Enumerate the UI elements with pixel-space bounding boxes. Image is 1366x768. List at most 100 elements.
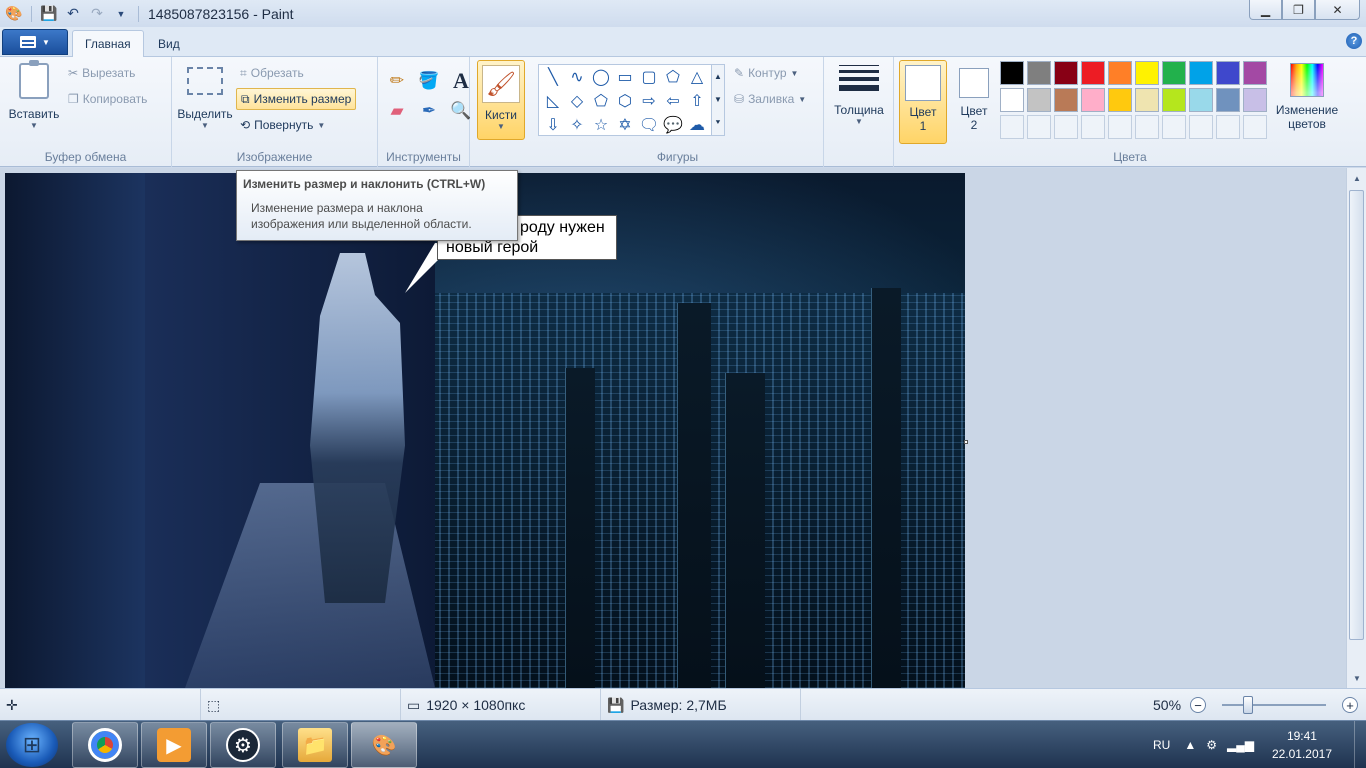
image-canvas[interactable]: роду нужен новый герой [5,173,965,688]
scroll-down-icon[interactable]: ▼ [1347,668,1366,688]
palette-color-swatch[interactable] [1216,88,1240,112]
fill-button[interactable]: ⛁ Заливка ▼ [730,88,810,110]
triangle-shape-icon[interactable]: △ [685,65,709,89]
select-button[interactable]: Выделить ▼ [176,67,234,130]
palette-color-swatch[interactable] [1135,61,1159,85]
palette-color-swatch[interactable] [1000,61,1024,85]
resize-handle-right[interactable] [964,440,968,444]
chevron-up-icon[interactable]: ▲ [714,72,722,81]
steam-tray-icon[interactable]: ⚙ [1206,738,1217,752]
thickness-button[interactable]: Толщина ▼ [829,65,889,126]
four-point-star-shape-icon[interactable]: ✧ [565,113,589,137]
resize-button[interactable]: ⧉ Изменить размер [236,88,357,110]
clock[interactable]: 19:41 22.01.2017 [1272,727,1332,763]
palette-color-swatch[interactable] [1000,88,1024,112]
taskbar-steam[interactable]: ⚙ [210,722,276,768]
palette-color-swatch[interactable] [1243,61,1267,85]
canvas-workspace[interactable]: роду нужен новый герой [0,168,1346,688]
maximize-button[interactable]: ❐ [1282,0,1315,20]
zoom-in-button[interactable]: + [1342,697,1358,713]
tab-home[interactable]: Главная [72,30,144,57]
palette-color-swatch[interactable] [1108,61,1132,85]
color1-button[interactable]: Цвет 1 [899,60,947,144]
five-point-star-shape-icon[interactable]: ☆ [589,113,613,137]
redo-icon[interactable]: ↷ [87,4,107,24]
palette-color-swatch[interactable] [1243,88,1267,112]
palette-color-swatch[interactable] [1054,88,1078,112]
up-arrow-shape-icon[interactable]: ⇧ [685,89,709,113]
text-icon[interactable]: A [448,68,474,93]
palette-color-swatch[interactable] [1135,88,1159,112]
help-icon[interactable]: ? [1346,33,1362,49]
line-shape-icon[interactable]: ╲ [541,65,565,89]
hexagon-shape-icon[interactable]: ⬡ [613,89,637,113]
zoom-slider-track[interactable] [1222,704,1326,706]
taskbar-media-player[interactable]: ▶ [141,722,207,768]
scroll-up-icon[interactable]: ▲ [1347,168,1366,188]
crop-button[interactable]: ⌗ Обрезать [236,62,308,84]
file-menu-button[interactable]: ▼ [2,29,68,55]
paste-button[interactable]: Вставить ▼ [6,60,62,130]
polygon-shape-icon[interactable]: ⬠ [661,65,685,89]
copy-button[interactable]: ❐ Копировать [64,88,151,110]
color2-button[interactable]: Цвет 2 [950,60,998,144]
fill-bucket-icon[interactable]: 🪣 [416,69,442,93]
edit-colors-button[interactable]: Изменение цветов [1272,63,1342,131]
shapes-gallery-scroll[interactable]: ▲ ▼ ⯆ [711,64,725,136]
palette-color-swatch[interactable] [1081,61,1105,85]
language-indicator[interactable]: RU [1153,738,1170,752]
palette-color-swatch[interactable] [1189,88,1213,112]
zoom-slider-thumb[interactable] [1243,696,1253,714]
undo-icon[interactable]: ↶ [63,4,83,24]
rounded-rectangle-shape-icon[interactable]: ▢ [637,65,661,89]
color-picker-icon[interactable]: ✒ [416,99,442,123]
oval-callout-shape-icon[interactable]: 💬 [661,113,685,137]
palette-color-swatch[interactable] [1162,88,1186,112]
palette-empty-slot[interactable] [1189,115,1213,139]
palette-empty-slot[interactable] [1000,115,1024,139]
cloud-callout-shape-icon[interactable]: ☁ [685,113,709,137]
palette-empty-slot[interactable] [1243,115,1267,139]
cut-button[interactable]: ✂ Вырезать [64,62,139,84]
network-signal-icon[interactable]: ▂▄▆ [1227,738,1254,752]
taskbar-chrome[interactable] [72,722,138,768]
down-arrow-shape-icon[interactable]: ⇩ [541,113,565,137]
customize-quick-access-icon[interactable]: ▼ [111,4,131,24]
palette-color-swatch[interactable] [1081,88,1105,112]
pencil-icon[interactable]: ✏ [384,69,410,93]
close-button[interactable]: ✕ [1315,0,1360,20]
diamond-shape-icon[interactable]: ◇ [565,89,589,113]
palette-color-swatch[interactable] [1027,88,1051,112]
outline-button[interactable]: ✎ Контур ▼ [730,62,802,84]
palette-empty-slot[interactable] [1162,115,1186,139]
palette-color-swatch[interactable] [1216,61,1240,85]
six-point-star-shape-icon[interactable]: ✡ [613,113,637,137]
right-triangle-shape-icon[interactable]: ◺ [541,89,565,113]
taskbar-explorer[interactable]: 📁 [282,722,348,768]
left-arrow-shape-icon[interactable]: ⇦ [661,89,685,113]
tray-expand-icon[interactable]: ▲ [1184,738,1196,752]
palette-color-swatch[interactable] [1054,61,1078,85]
rect-callout-shape-icon[interactable]: 🗨 [637,113,661,137]
rotate-button[interactable]: ⟲ Повернуть ▼ [236,114,329,136]
palette-empty-slot[interactable] [1216,115,1240,139]
palette-empty-slot[interactable] [1027,115,1051,139]
eraser-icon[interactable]: ▰ [384,99,410,123]
right-arrow-shape-icon[interactable]: ⇨ [637,89,661,113]
save-icon[interactable]: 💾 [39,4,59,24]
palette-color-swatch[interactable] [1027,61,1051,85]
pentagon-shape-icon[interactable]: ⬠ [589,89,613,113]
palette-color-swatch[interactable] [1189,61,1213,85]
palette-empty-slot[interactable] [1108,115,1132,139]
magnifier-icon[interactable]: 🔍 [448,99,474,123]
expand-gallery-icon[interactable]: ⯆ [715,118,721,128]
palette-color-swatch[interactable] [1162,61,1186,85]
zoom-out-button[interactable]: − [1190,697,1206,713]
paint-app-icon[interactable]: 🎨 [4,4,24,24]
vertical-scrollbar[interactable]: ▲ ▼ [1346,168,1366,688]
rectangle-shape-icon[interactable]: ▭ [613,65,637,89]
chevron-down-icon[interactable]: ▼ [714,95,722,104]
tab-view[interactable]: Вид [146,30,192,57]
palette-color-swatch[interactable] [1108,88,1132,112]
oval-shape-icon[interactable]: ◯ [589,65,613,89]
